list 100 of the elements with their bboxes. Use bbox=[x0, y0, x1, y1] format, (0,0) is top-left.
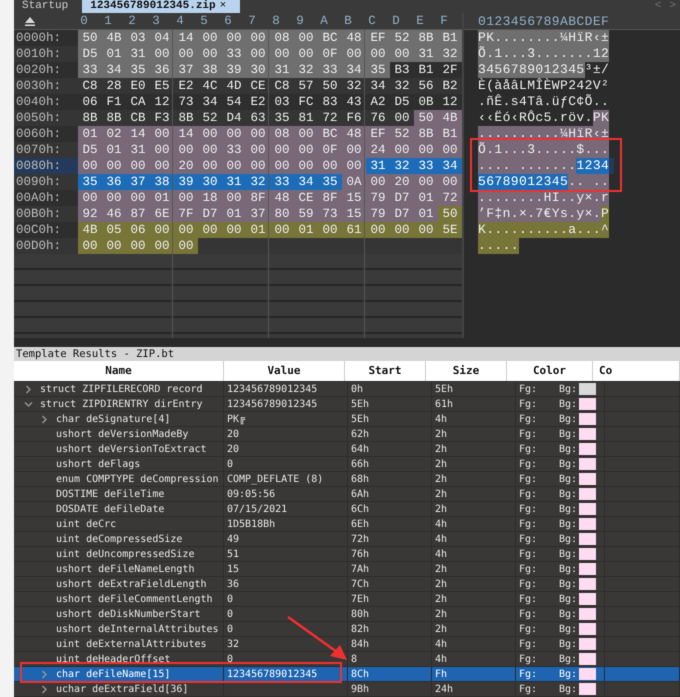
column-header: 1 bbox=[103, 13, 113, 29]
field-name: enum COMPTYPE deCompression bbox=[56, 474, 219, 484]
color-swatch[interactable] bbox=[579, 623, 596, 635]
hex-byte: 61 bbox=[342, 222, 366, 238]
color-swatch[interactable] bbox=[579, 488, 596, 500]
field-name: ushort deDiskNumberStart bbox=[56, 608, 200, 620]
start-offset: 72h bbox=[351, 534, 370, 544]
color-swatch[interactable] bbox=[579, 428, 596, 440]
hex-byte: E0 bbox=[129, 78, 146, 94]
hex-byte: 4B bbox=[102, 30, 126, 46]
field-size: 4h bbox=[435, 638, 448, 650]
hex-byte: 00 bbox=[174, 190, 198, 206]
column-header: 5 bbox=[199, 13, 209, 29]
field-name: uint deCrc bbox=[56, 518, 116, 530]
file-tab[interactable]: 123456789012345.zip × bbox=[82, 0, 240, 13]
color-swatch[interactable] bbox=[579, 473, 596, 485]
start-offset: 82h bbox=[351, 624, 370, 634]
hex-byte: 32 bbox=[390, 158, 414, 174]
expand-icon[interactable] bbox=[24, 384, 33, 394]
field-size: 2h bbox=[435, 444, 448, 454]
column-header[interactable]: Color bbox=[507, 361, 593, 381]
column-header[interactable]: Name bbox=[14, 361, 224, 381]
color-swatch[interactable] bbox=[579, 548, 596, 560]
offset-label: 0040h: bbox=[15, 95, 62, 109]
hex-byte: 00 bbox=[150, 222, 174, 238]
hex-byte: 00 bbox=[222, 158, 246, 174]
offset-label: 0060h: bbox=[15, 127, 62, 141]
bg-label: Bg: bbox=[559, 458, 578, 470]
hex-byte: 01 bbox=[414, 206, 438, 222]
offset-label: 00A0h: bbox=[15, 191, 62, 205]
color-swatch[interactable] bbox=[579, 458, 596, 470]
expand-icon[interactable] bbox=[24, 400, 33, 408]
color-swatch[interactable] bbox=[579, 413, 596, 425]
hex-byte: 00 bbox=[126, 158, 150, 174]
column-header: D bbox=[391, 13, 401, 29]
hex-byte: 4D bbox=[225, 78, 242, 94]
color-swatch[interactable] bbox=[579, 563, 596, 575]
color-swatch[interactable] bbox=[579, 608, 596, 620]
hex-byte: 00 bbox=[366, 174, 390, 190]
expand-icon[interactable] bbox=[40, 684, 49, 694]
hex-byte: 63 bbox=[249, 110, 266, 126]
hex-byte: E2 bbox=[249, 94, 266, 110]
color-swatch[interactable] bbox=[579, 533, 596, 545]
ascii-text: 56789012345 bbox=[478, 174, 568, 190]
color-swatch[interactable] bbox=[579, 668, 596, 680]
expand-icon[interactable] bbox=[40, 414, 49, 424]
hex-byte: 00 bbox=[393, 110, 410, 126]
color-swatch[interactable] bbox=[579, 503, 596, 515]
column-header[interactable]: Co bbox=[593, 361, 680, 381]
color-swatch[interactable] bbox=[579, 593, 596, 605]
hex-byte: 34 bbox=[294, 174, 318, 190]
hex-byte: D5 bbox=[78, 142, 102, 158]
hex-byte: 52 bbox=[201, 110, 218, 126]
hex-byte: 59 bbox=[294, 206, 318, 222]
ascii-text: PK........¼HïR‹± bbox=[478, 30, 610, 46]
hex-byte: A2 bbox=[369, 94, 386, 110]
color-swatch[interactable] bbox=[579, 518, 596, 530]
hex-byte: 00 bbox=[126, 238, 150, 254]
color-swatch[interactable] bbox=[579, 443, 596, 455]
column-header[interactable]: Start bbox=[345, 361, 426, 381]
start-offset: 84h bbox=[351, 638, 370, 650]
hex-byte: 14 bbox=[126, 126, 150, 142]
field-size: 4h bbox=[435, 548, 448, 560]
color-swatch[interactable] bbox=[579, 398, 596, 410]
offset-label: 0010h: bbox=[15, 47, 62, 61]
hex-byte: 00 bbox=[414, 142, 438, 158]
field-value: 123456789012345 bbox=[227, 668, 318, 680]
hex-byte: 14 bbox=[174, 30, 198, 46]
hex-byte: 31 bbox=[222, 174, 246, 190]
color-swatch[interactable] bbox=[579, 578, 596, 590]
hex-byte: D7 bbox=[390, 190, 414, 206]
file-tab[interactable]: Startup bbox=[14, 0, 82, 13]
field-size: 4h bbox=[435, 414, 448, 424]
hex-byte: 8B bbox=[81, 110, 98, 126]
hex-byte: 20 bbox=[390, 174, 414, 190]
ascii-text: .... ....... bbox=[478, 158, 576, 174]
color-swatch[interactable] bbox=[579, 638, 596, 650]
panel-title: Template Results - ZIP.bt bbox=[14, 347, 680, 361]
hex-byte: 52 bbox=[390, 126, 414, 142]
hex-byte: 50 bbox=[78, 30, 102, 46]
field-size: 61h bbox=[435, 398, 454, 410]
hex-byte: CB bbox=[129, 110, 146, 126]
color-swatch[interactable] bbox=[579, 683, 596, 695]
field-size: 4h bbox=[435, 654, 448, 664]
hex-byte: 20 bbox=[174, 158, 198, 174]
column-header[interactable]: Value bbox=[224, 361, 345, 381]
hex-byte: 15 bbox=[342, 206, 366, 222]
column-header[interactable]: Size bbox=[426, 361, 507, 381]
start-offset: 62h bbox=[351, 428, 370, 440]
scroll-top-icon[interactable] bbox=[24, 16, 36, 26]
field-size: 2h bbox=[435, 474, 448, 484]
offset-label: 0050h: bbox=[15, 111, 62, 125]
hex-byte: 81 bbox=[297, 110, 314, 126]
color-swatch[interactable] bbox=[579, 653, 596, 665]
color-swatch[interactable] bbox=[579, 383, 596, 395]
fg-label: Fg: bbox=[519, 428, 538, 440]
hex-byte: D7 bbox=[198, 206, 222, 222]
hex-byte: 00 bbox=[246, 126, 270, 142]
hex-byte: 00 bbox=[78, 158, 102, 174]
fg-label: Fg: bbox=[519, 624, 538, 634]
